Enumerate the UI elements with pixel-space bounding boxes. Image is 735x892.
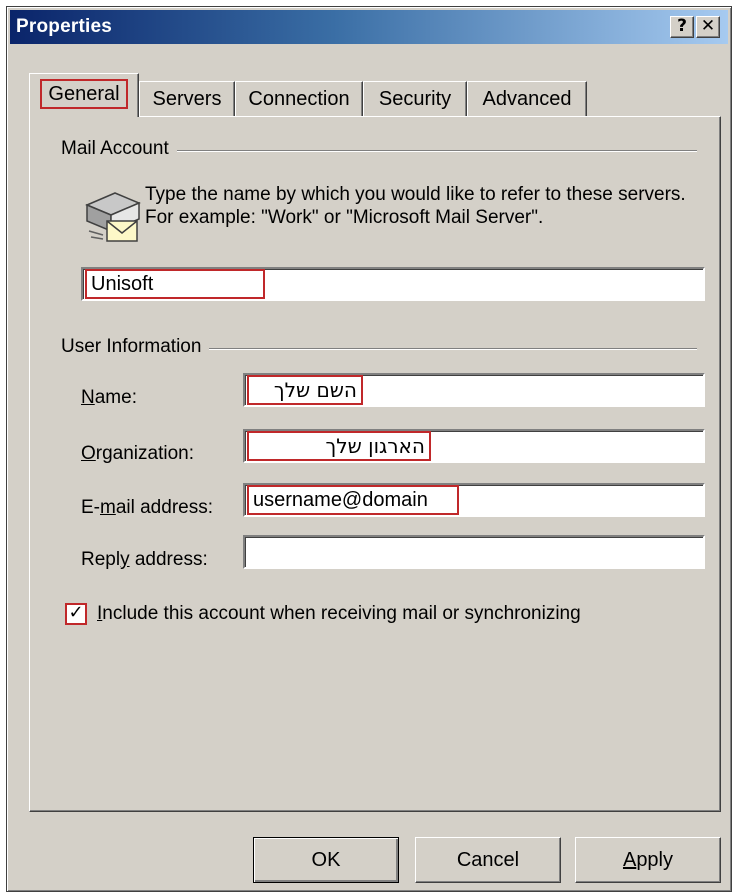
reply-address-field[interactable] [243, 535, 705, 569]
close-button[interactable]: ✕ [696, 16, 720, 38]
tab-general[interactable]: General [29, 73, 139, 117]
apply-button[interactable]: Apply [575, 837, 721, 883]
ok-button[interactable]: OK [253, 837, 399, 883]
help-button[interactable]: ? [670, 16, 694, 38]
include-account-label[interactable]: Include this account when receiving mail… [97, 603, 581, 625]
name-label: Name: [81, 387, 137, 408]
properties-dialog: Properties ? ✕ General Servers Connectio… [6, 6, 732, 892]
tab-general-label: General [40, 79, 128, 109]
tab-servers[interactable]: Servers [139, 81, 235, 117]
tab-security[interactable]: Security [363, 81, 467, 117]
mail-server-icon [85, 192, 141, 242]
mail-account-description: Type the name by which you would like to… [145, 184, 686, 228]
reply-address-label: Reply address: [81, 549, 208, 570]
include-account-checkbox[interactable]: ✓ [65, 603, 87, 625]
account-name-value: Unisoft [85, 269, 265, 299]
user-info-group-label: User Information [61, 336, 210, 358]
organization-label: Organization: [81, 443, 195, 464]
email-label: E-mail address: [81, 497, 213, 518]
email-value: username@domain [247, 485, 459, 515]
tab-advanced[interactable]: Advanced [467, 81, 587, 117]
organization-value: הארגון שלך [247, 431, 431, 461]
mail-account-group-label: Mail Account [61, 138, 177, 160]
name-value: השם שלך [247, 375, 363, 405]
window-title: Properties [16, 16, 112, 37]
title-bar[interactable]: Properties ? ✕ [10, 10, 728, 44]
cancel-button[interactable]: Cancel [415, 837, 561, 883]
tab-connection[interactable]: Connection [235, 81, 363, 117]
